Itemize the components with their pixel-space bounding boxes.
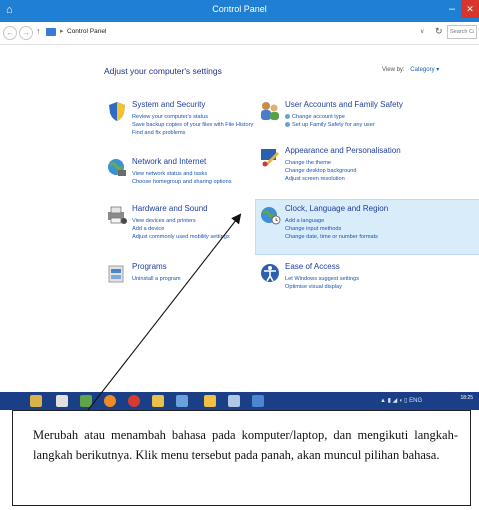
- printer-icon: [108, 206, 127, 224]
- category-title[interactable]: User Accounts and Family Safety: [285, 100, 403, 109]
- language-indicator[interactable]: ENG: [409, 398, 422, 404]
- refresh-icon[interactable]: ↻: [435, 26, 443, 37]
- page-heading: Adjust your computer's settings: [104, 66, 222, 76]
- paint-icon[interactable]: [152, 395, 164, 407]
- category-title[interactable]: System and Security: [132, 100, 205, 109]
- caption-box: Merubah atau menambah bahasa pada komput…: [12, 410, 471, 506]
- ease-of-access-icon: [261, 264, 279, 282]
- category-link[interactable]: Find and fix problems: [132, 130, 185, 136]
- category-link-label: Set up Family Safety for any user: [292, 122, 375, 128]
- category-title[interactable]: Ease of Access: [285, 262, 340, 271]
- category-link[interactable]: Change date, time or number formats: [285, 234, 378, 240]
- tools-icon[interactable]: [228, 395, 240, 407]
- appearance-icon: [261, 149, 279, 167]
- programs-icon: [108, 265, 124, 283]
- category-link-label: Change account type: [292, 114, 345, 120]
- category-link[interactable]: Change the theme: [285, 160, 331, 166]
- category-link[interactable]: Let Windows suggest settings: [285, 276, 359, 282]
- breadcrumb[interactable]: Control Panel: [67, 28, 106, 35]
- taskbar: ▲ ▮ ◢ ◖ ▯ ENG 18:25: [0, 392, 479, 410]
- control-panel-icon: [46, 28, 56, 36]
- clock[interactable]: 18:25: [460, 395, 473, 401]
- up-arrow-icon[interactable]: ↑: [36, 26, 41, 36]
- shield-icon: [285, 122, 290, 128]
- store-icon[interactable]: [56, 395, 68, 407]
- globe-network-icon: [108, 159, 126, 176]
- view-by-label: View by:: [382, 67, 405, 73]
- category-link[interactable]: Change account type: [285, 114, 345, 120]
- app-icon[interactable]: [176, 395, 188, 407]
- category-title[interactable]: Clock, Language and Region: [285, 204, 388, 213]
- file-explorer-icon[interactable]: [30, 395, 42, 407]
- system-tray[interactable]: ▲ ▮ ◢ ◖ ▯ ENG: [380, 397, 422, 404]
- category-link[interactable]: Review your computer's status: [132, 114, 208, 120]
- media-player-icon[interactable]: [80, 395, 92, 407]
- window-title: Control Panel: [212, 4, 267, 14]
- address-bar: ← → ↑ ▸ Control Panel ∨ ↻: [0, 22, 479, 45]
- shield-icon: [285, 114, 290, 120]
- firefox-icon[interactable]: [104, 395, 116, 407]
- category-link[interactable]: View network status and tasks: [132, 171, 207, 177]
- users-icon: [261, 102, 279, 120]
- category-link[interactable]: Set up Family Safety for any user: [285, 122, 375, 128]
- control-panel-screenshot: ⌂ Control Panel – ✕ ← → ↑ ▸ Control Pane…: [0, 0, 479, 410]
- title-bar: ⌂ Control Panel – ✕: [0, 0, 479, 22]
- control-panel-taskbar-icon[interactable]: [252, 395, 264, 407]
- view-by: View by: Category ▾: [382, 66, 439, 73]
- category-link[interactable]: Add a language: [285, 218, 324, 224]
- view-by-dropdown[interactable]: Category ▾: [410, 67, 439, 73]
- category-link[interactable]: Change input methods: [285, 226, 341, 232]
- category-link[interactable]: Adjust commonly used mobility settings: [132, 234, 230, 240]
- close-button[interactable]: ✕: [461, 0, 479, 18]
- category-title[interactable]: Programs: [132, 262, 167, 271]
- category-link[interactable]: Save backup copies of your files with Fi…: [132, 122, 253, 128]
- category-link[interactable]: Adjust screen resolution: [285, 176, 345, 182]
- category-link[interactable]: Add a device: [132, 226, 164, 232]
- category-title[interactable]: Network and Internet: [132, 157, 206, 166]
- shield-icon: [109, 102, 125, 121]
- clock-globe-icon: [261, 207, 281, 225]
- minimize-button[interactable]: –: [445, 2, 459, 16]
- category-link[interactable]: Choose homegroup and sharing options: [132, 179, 232, 185]
- chevron-down-icon[interactable]: ∨: [420, 28, 424, 35]
- search-input[interactable]: [447, 25, 477, 39]
- category-link[interactable]: View devices and printers: [132, 218, 196, 224]
- category-link[interactable]: Optimise visual display: [285, 284, 342, 290]
- category-title[interactable]: Appearance and Personalisation: [285, 146, 401, 155]
- category-link[interactable]: Change desktop background: [285, 168, 357, 174]
- back-button[interactable]: ←: [3, 26, 17, 40]
- chevron-right-icon: ▸: [60, 28, 64, 35]
- category-link[interactable]: Uninstall a program: [132, 276, 181, 282]
- chrome-icon[interactable]: [128, 395, 140, 407]
- forward-button[interactable]: →: [19, 26, 33, 40]
- category-title[interactable]: Hardware and Sound: [132, 204, 208, 213]
- folder-icon[interactable]: [204, 395, 216, 407]
